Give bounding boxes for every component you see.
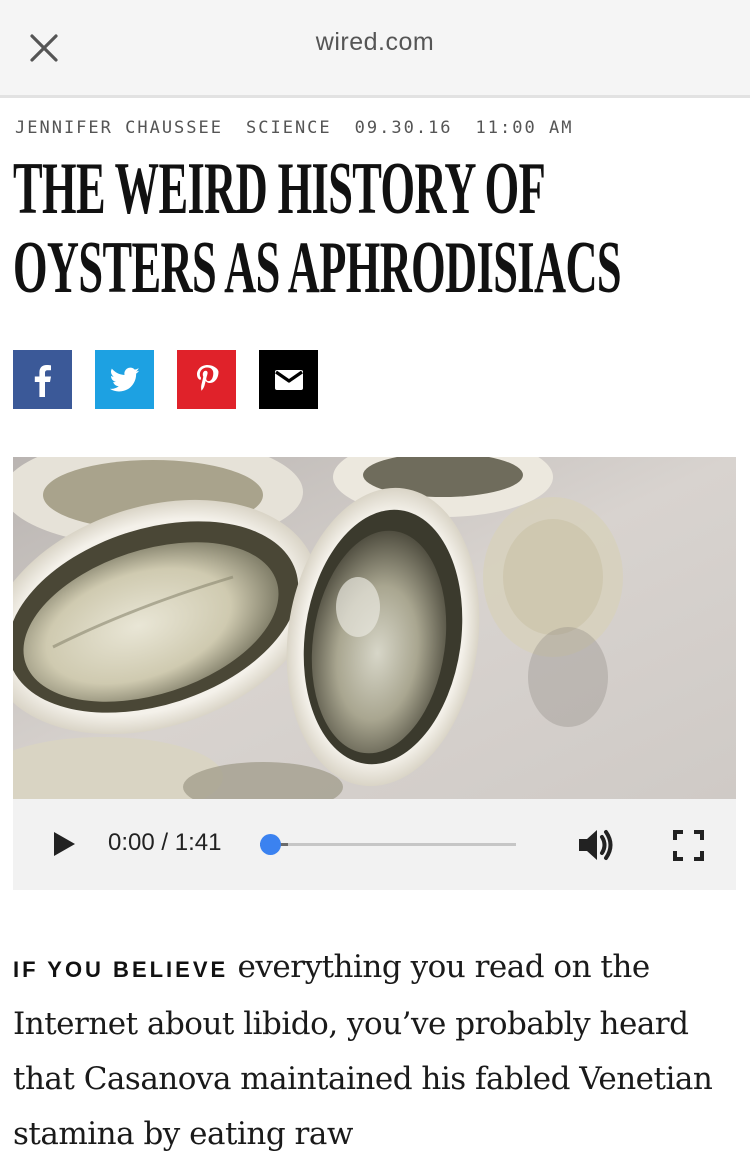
seek-handle[interactable] — [260, 834, 281, 855]
article-body: IF YOU BELIEVE everything you read on th… — [13, 940, 738, 1162]
category-link[interactable]: SCIENCE — [246, 118, 332, 142]
volume-button[interactable] — [576, 827, 616, 863]
headline-line-1: THE WEIRD HISTORY OF — [13, 148, 546, 230]
media-player: 0:00 / 1:41 — [13, 799, 736, 890]
current-time: 0:00 — [108, 829, 155, 856]
publish-time: 11:00 AM — [475, 118, 574, 138]
author-name[interactable]: JENNIFER CHAUSSEE — [15, 118, 223, 142]
seek-bar[interactable] — [260, 834, 516, 855]
browser-top-bar: wired.com — [0, 0, 750, 98]
fullscreen-button[interactable] — [673, 830, 704, 861]
facebook-icon — [34, 364, 51, 397]
share-pinterest-button[interactable] — [177, 350, 236, 409]
article-meta: JENNIFER CHAUSSEE SCIENCE 09.30.16 11:00… — [15, 118, 596, 142]
article-headline: THE WEIRD HISTORY OF OYSTERS AS APHRODIS… — [13, 150, 733, 308]
page-url: wired.com — [315, 28, 435, 56]
lead-in: IF YOU BELIEVE — [13, 957, 229, 982]
publish-date: 09.30.16 — [354, 118, 453, 138]
time-display: 0:00 / 1:41 — [108, 829, 221, 857]
fullscreen-icon — [673, 830, 704, 861]
email-icon — [274, 369, 303, 390]
oysters-image — [13, 457, 736, 799]
pinterest-icon — [196, 364, 218, 391]
headline-line-2: OYSTERS AS APHRODISIACS — [13, 227, 622, 309]
share-bar — [13, 350, 318, 409]
duration: 1:41 — [174, 829, 222, 856]
share-email-button[interactable] — [259, 350, 318, 409]
volume-icon — [579, 830, 613, 860]
article-hero-image — [13, 457, 736, 799]
time-separator: / — [154, 829, 175, 856]
play-button[interactable] — [49, 829, 79, 859]
share-twitter-button[interactable] — [95, 350, 154, 409]
share-facebook-button[interactable] — [13, 350, 72, 409]
play-icon — [54, 832, 75, 856]
twitter-icon — [109, 367, 139, 391]
